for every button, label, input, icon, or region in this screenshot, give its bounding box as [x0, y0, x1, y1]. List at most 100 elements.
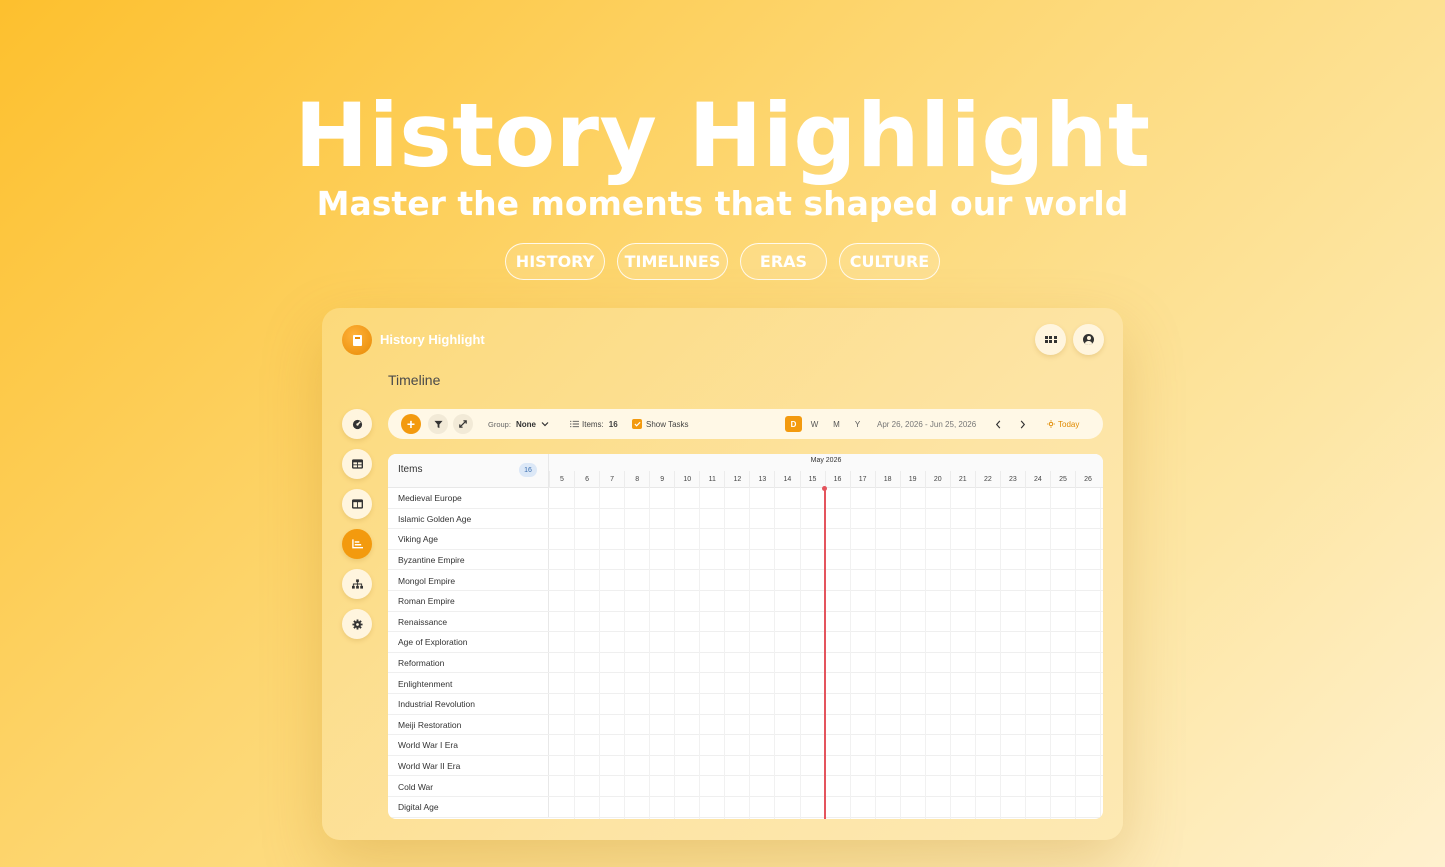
day-header: 21 — [949, 471, 975, 488]
hero-subtitle: Master the moments that shaped our world — [316, 184, 1129, 223]
timeline-row[interactable]: Enlightenment — [388, 673, 1103, 694]
row-item-name: Digital Age — [398, 802, 439, 813]
sidebar-item-chart[interactable] — [342, 529, 372, 559]
grid-line — [874, 488, 876, 819]
timeline-row[interactable]: Reformation — [388, 652, 1103, 674]
row-separator — [548, 570, 549, 590]
timeline-row[interactable]: Roman Empire — [388, 591, 1103, 612]
sidebar-item-table[interactable] — [342, 449, 372, 479]
next-range-button[interactable] — [1019, 409, 1026, 439]
row-item-name: Viking Age — [398, 534, 439, 545]
timeline-row[interactable]: Mongol Empire — [388, 570, 1103, 591]
grid-line — [849, 488, 851, 819]
items-column-header: Items 16 — [388, 454, 549, 488]
view-day-button[interactable]: D — [785, 416, 802, 432]
settings-icon — [351, 618, 363, 630]
sidebar-item-board[interactable] — [342, 489, 372, 519]
timeline-row[interactable]: Meiji Restoration — [388, 714, 1103, 736]
chart-icon — [351, 539, 363, 549]
row-item-name: Renaissance — [398, 616, 448, 627]
day-header: 11 — [699, 471, 724, 488]
show-tasks-label: Show Tasks — [646, 419, 689, 429]
show-tasks-toggle[interactable]: Show Tasks — [632, 409, 689, 439]
day-header: 19 — [899, 471, 925, 488]
dashboard-icon — [352, 419, 362, 429]
timeline-row[interactable]: World War I Era — [388, 735, 1103, 756]
grid-line — [574, 488, 576, 819]
chevron-left-icon — [995, 420, 1001, 428]
grid-line — [999, 488, 1001, 819]
timeline-row[interactable]: Viking Age — [388, 529, 1103, 550]
checkmark-icon — [633, 421, 641, 427]
chevron-down-icon — [541, 422, 549, 427]
today-button[interactable]: Today — [1047, 409, 1079, 439]
row-separator — [548, 488, 549, 508]
day-header: 10 — [674, 471, 699, 488]
day-header: 26 — [1075, 471, 1100, 488]
user-account-button[interactable] — [1073, 324, 1104, 355]
row-separator — [548, 755, 549, 776]
show-tasks-checkbox[interactable] — [632, 419, 642, 429]
tag-culture: CULTURE — [839, 243, 940, 280]
view-year-button[interactable]: Y — [849, 416, 866, 432]
timeline-row[interactable]: World War II Era — [388, 755, 1103, 777]
row-separator — [548, 797, 549, 817]
filter-icon — [433, 420, 443, 428]
row-separator — [548, 776, 549, 796]
group-select[interactable]: None — [516, 409, 549, 439]
grid-line — [899, 488, 901, 819]
timeline-row[interactable]: Renaissance — [388, 611, 1103, 633]
timeline-row[interactable]: Byzantine Empire — [388, 549, 1103, 571]
sun-icon — [1047, 420, 1055, 428]
row-item-name: Industrial Revolution — [398, 699, 476, 710]
apps-grid-button[interactable] — [1035, 324, 1066, 355]
filter-button[interactable] — [428, 414, 448, 434]
sidebar-item-dashboard[interactable] — [342, 409, 372, 439]
tag-list: HISTORY TIMELINES ERAS CULTURE — [0, 243, 1445, 280]
timeline-row[interactable]: Cold War — [388, 776, 1103, 797]
timeline-row[interactable]: Industrial Revolution — [388, 694, 1103, 715]
day-header: 9 — [649, 471, 674, 488]
add-item-button[interactable]: + — [401, 414, 421, 434]
app-title: History Highlight — [380, 332, 485, 347]
board-icon — [351, 499, 363, 509]
day-header: 8 — [624, 471, 649, 488]
view-month-button[interactable]: M — [828, 416, 845, 432]
row-separator — [548, 529, 549, 549]
items-count: 16 — [608, 419, 618, 429]
grid-icon — [1044, 335, 1057, 344]
table-icon — [351, 459, 363, 469]
sidebar-item-settings[interactable] — [342, 609, 372, 639]
grid-line — [649, 488, 651, 819]
timeline-row[interactable]: Islamic Golden Age — [388, 508, 1103, 530]
row-separator — [548, 735, 549, 755]
timeline-row[interactable]: Age of Exploration — [388, 632, 1103, 653]
row-separator — [548, 694, 549, 714]
grid-line — [949, 488, 951, 819]
row-separator — [548, 632, 549, 652]
sidebar-item-hierarchy[interactable] — [342, 569, 372, 599]
grid-line — [799, 488, 801, 819]
row-separator — [548, 714, 549, 735]
prev-range-button[interactable] — [995, 409, 1002, 439]
items-label: Items: — [582, 419, 604, 429]
hierarchy-icon — [351, 579, 363, 589]
date-range: Apr 26, 2026 - Jun 25, 2026 — [877, 419, 977, 429]
row-separator — [548, 549, 549, 570]
view-week-button[interactable]: W — [806, 416, 823, 432]
timeline-row[interactable]: Medieval Europe — [388, 488, 1103, 509]
row-item-name: Age of Exploration — [398, 637, 468, 648]
today-marker-line — [824, 488, 826, 819]
app-window: History Highlight Timeline + Group: None — [322, 308, 1123, 840]
grid-line — [924, 488, 926, 819]
row-item-name: Medieval Europe — [398, 493, 462, 504]
app-logo[interactable] — [342, 325, 372, 355]
grid-line — [774, 488, 776, 819]
timeline-row[interactable]: Digital Age — [388, 797, 1103, 818]
day-header: 22 — [974, 471, 1000, 488]
items-count-badge: 16 — [519, 463, 537, 477]
tag-history: HISTORY — [505, 243, 605, 280]
expand-button[interactable] — [453, 414, 473, 434]
day-header: 12 — [724, 471, 749, 488]
today-label: Today — [1058, 419, 1080, 429]
